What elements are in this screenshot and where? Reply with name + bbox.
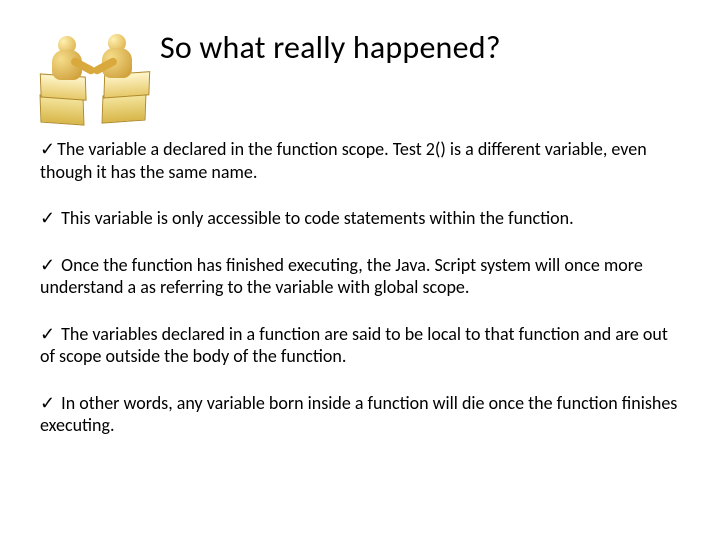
bullet-text: In other words, any variable born inside… [40, 392, 677, 437]
slide: So what really happened? ✓The variable a… [0, 0, 720, 540]
check-icon: ✓ [40, 393, 55, 413]
bullet-item: ✓ Once the function has finished executi… [40, 254, 680, 299]
bullet-item: ✓The variable a declared in the function… [40, 138, 680, 183]
check-icon: ✓ [40, 139, 55, 159]
slide-title: So what really happened? [160, 28, 501, 67]
bullet-text: The variables declared in a function are… [40, 323, 668, 368]
gold-figures-illustration [40, 18, 150, 128]
check-icon: ✓ [40, 208, 55, 228]
bullet-item: ✓ The variables declared in a function a… [40, 323, 680, 368]
bullet-item: ✓ This variable is only accessible to co… [40, 207, 680, 230]
slide-body: ✓The variable a declared in the function… [0, 128, 720, 437]
header: So what really happened? [0, 0, 720, 128]
bullet-text: The variable a declared in the function … [40, 138, 647, 183]
bullet-item: ✓ In other words, any variable born insi… [40, 392, 680, 437]
check-icon: ✓ [40, 324, 55, 344]
check-icon: ✓ [40, 255, 55, 275]
bullet-text: This variable is only accessible to code… [57, 207, 574, 229]
bullet-text: Once the function has finished executing… [40, 254, 643, 299]
